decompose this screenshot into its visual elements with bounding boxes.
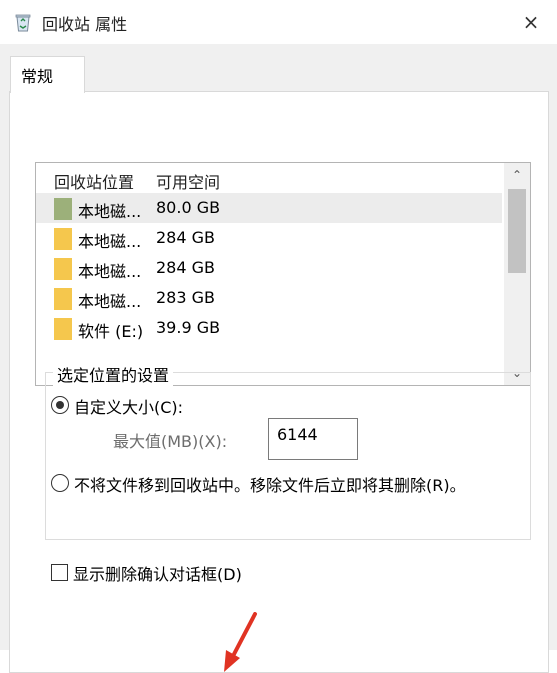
max-size-label: 最大值(MB)(X): [113,432,228,451]
dialog-body: 常规 回收站位置 可用空间 本地磁... 80.0 GB 本地磁... 284 [0,44,557,673]
location-name: 软件 (E:) [78,322,144,341]
confirm-delete-label[interactable]: 显示删除确认对话框(D) [73,561,242,585]
list-item[interactable]: 本地磁... 283 GB [36,283,502,313]
column-header-free-space[interactable]: 可用空间 [156,169,220,193]
scroll-up-button[interactable]: ⌃ [504,163,530,187]
folder-icon [54,228,72,250]
custom-size-radio[interactable] [51,396,69,414]
tab-panel: 回收站位置 可用空间 本地磁... 80.0 GB 本地磁... 284 GB [9,91,549,673]
radio-selected-dot [56,401,64,409]
window-title: 回收站 属性 [42,15,128,34]
tab-general-label: 常规 [21,67,54,86]
folder-icon [54,318,72,340]
location-list[interactable]: 回收站位置 可用空间 本地磁... 80.0 GB 本地磁... 284 GB [35,162,531,386]
settings-group-title: 选定位置的设置 [53,362,174,386]
recycle-bin-icon [15,14,31,32]
drive-icon [54,198,72,220]
free-space: 39.9 GB [156,318,221,337]
close-button[interactable]: × [519,10,543,34]
free-space: 80.0 GB [156,198,221,217]
location-name: 本地磁... [78,262,142,281]
list-item[interactable]: 本地磁... 284 GB [36,223,502,253]
list-item[interactable]: 本地磁... 284 GB [36,253,502,283]
free-space: 283 GB [156,288,215,307]
list-item[interactable]: 本地磁... 80.0 GB [36,193,502,223]
location-name: 本地磁... [78,232,142,251]
folder-icon [54,288,72,310]
max-size-value: 6144 [277,425,318,444]
location-name: 本地磁... [78,292,142,311]
list-scrollbar[interactable]: ⌃ ⌄ [504,163,530,385]
folder-icon [54,258,72,280]
annotation-arrow-icon [224,612,257,672]
custom-size-label[interactable]: 自定义大小(C): [74,394,183,418]
max-size-input[interactable]: 6144 [268,418,358,460]
tab-general[interactable]: 常规 [10,56,85,93]
confirm-delete-checkbox[interactable] [51,564,68,581]
location-name: 本地磁... [78,202,142,221]
scroll-thumb[interactable] [508,189,526,273]
list-item[interactable]: 软件 (E:) 39.9 GB [36,313,502,343]
no-move-radio[interactable] [51,474,69,492]
title-bar: 回收站 属性 × [0,0,557,44]
column-header-location[interactable]: 回收站位置 [54,169,134,193]
free-space: 284 GB [156,228,215,247]
free-space: 284 GB [156,258,215,277]
list-header: 回收站位置 可用空间 [36,163,502,193]
no-move-label[interactable]: 不将文件移到回收站中。移除文件后立即将其删除(R)。 [74,472,466,496]
